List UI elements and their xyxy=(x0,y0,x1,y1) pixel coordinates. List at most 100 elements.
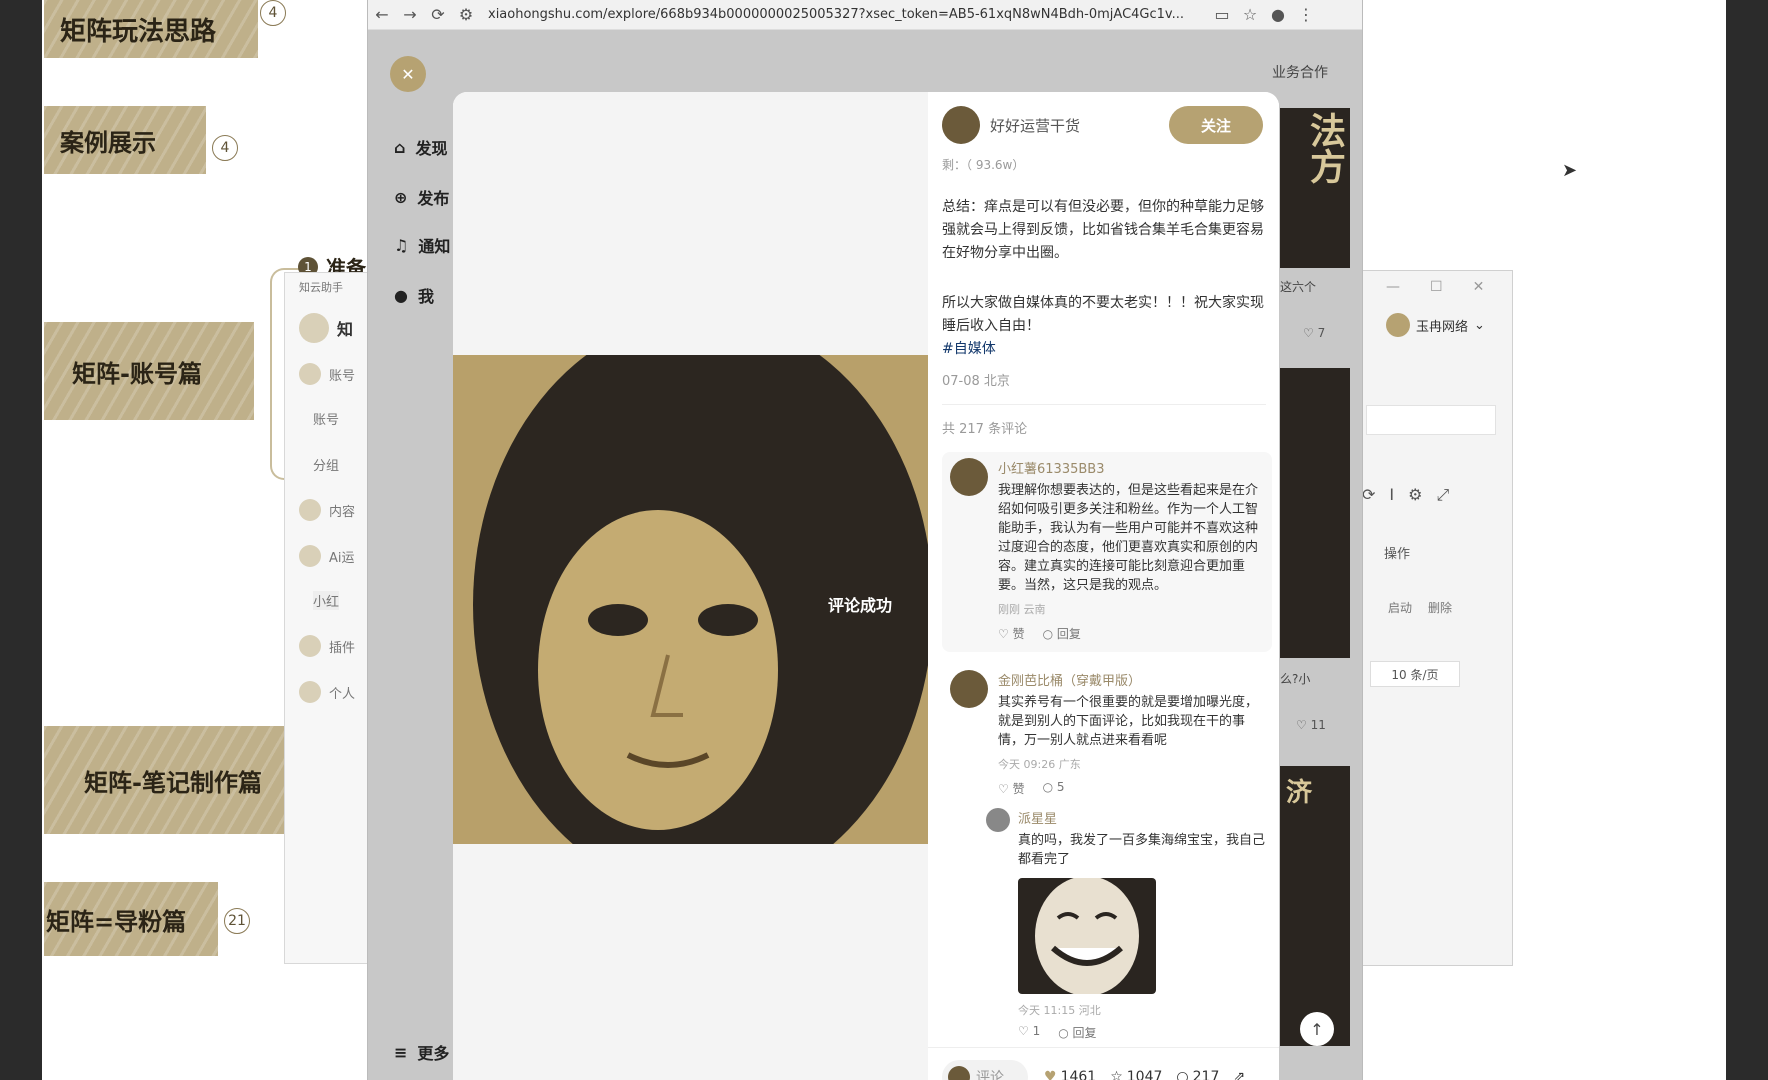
feed-card-title[interactable]: 这六个 xyxy=(1280,278,1316,295)
nav-more[interactable]: ≡ 更多 xyxy=(394,1040,449,1064)
business-link[interactable]: 业务合作 xyxy=(1272,62,1328,82)
scroll-top-button[interactable]: ↑ xyxy=(1300,1012,1334,1046)
note-body-paragraph: 所以大家做自媒体真的不要太老实！！！祝大家实现睡后收入自由！ xyxy=(942,295,1264,334)
comment-avatar[interactable] xyxy=(950,458,988,496)
reply-actions: ♡ 1 ○ 回复 xyxy=(1018,1024,1097,1041)
mindmap-node-traffic[interactable]: 矩阵=导粉篇 xyxy=(44,882,218,956)
nav-me[interactable]: ● 我 xyxy=(394,283,434,307)
reply-avatar[interactable] xyxy=(986,808,1010,832)
collect-icon[interactable]: ☆ xyxy=(1110,1069,1123,1080)
xiaohongshu-page[interactable]: ✕ ⌂ 发现 ⊕ 发布 ♫ 通知 ● 我 ≡ 更多 业务合作 法方 这六个 ♡ 7 么?小… xyxy=(368,30,1362,1080)
like-icon[interactable]: ♥ xyxy=(1044,1069,1057,1080)
feed-card-image[interactable]: 济 xyxy=(1280,766,1350,1046)
minimize-icon[interactable]: — xyxy=(1386,279,1400,295)
chevron-down-icon: ⌄ xyxy=(1474,317,1485,333)
comment-count: 共 217 条评论 xyxy=(942,422,1028,437)
reply-button[interactable]: ○ 回复 xyxy=(1058,1024,1096,1041)
share-icon[interactable]: ⇗ xyxy=(1233,1069,1245,1080)
toast-message: 评论成功 xyxy=(828,596,893,615)
menu-subitem-group[interactable]: 分组 xyxy=(313,455,339,474)
feed-card-title[interactable]: 么?小 xyxy=(1280,670,1310,687)
comment-item[interactable]: 金刚芭比桶（穿戴甲版） 其实养号有一个很重要的就是要增加曝光度，就是到别人的下面… xyxy=(942,670,1272,796)
node-count-badge[interactable]: 4 xyxy=(260,0,286,26)
menu-item-ai[interactable]: Ai运 xyxy=(299,545,355,567)
profile-icon[interactable]: ● xyxy=(1264,5,1292,24)
address-bar[interactable]: ← → ⟳ ⚙ xiaohongshu.com/explore/668b934b… xyxy=(368,0,1362,30)
author-avatar[interactable] xyxy=(942,106,980,144)
nav-publish[interactable]: ⊕ 发布 xyxy=(394,185,449,209)
plus-icon: ⊕ xyxy=(394,187,408,207)
window-controls[interactable]: — ☐ ✕ xyxy=(1386,279,1484,295)
row-actions[interactable]: 启动 删除 xyxy=(1388,599,1452,616)
refresh-icon[interactable]: ⟳ xyxy=(1362,485,1375,505)
note-engagement-bar[interactable]: 评论 ♥ 1461 ☆ 1047 ○ 217 ⇗ xyxy=(928,1047,1279,1080)
reply-button[interactable]: ○ 5 xyxy=(1043,780,1065,797)
menu-icon[interactable]: ⋮ xyxy=(1292,5,1320,24)
feed-card-likes[interactable]: ♡ 11 xyxy=(1296,718,1326,732)
mindmap-node-accounts[interactable]: 矩阵-账号篇 xyxy=(44,322,254,420)
star-icon[interactable]: ☆ xyxy=(1236,5,1264,24)
reply-meta: 今天 11:15 河北 xyxy=(1018,1004,1101,1017)
input-box[interactable] xyxy=(1366,405,1496,435)
node-count-badge[interactable]: 4 xyxy=(212,135,238,161)
cast-icon[interactable]: ▭ xyxy=(1208,5,1236,24)
comment-actions: ♡ 赞 ○ 5 xyxy=(998,780,1270,797)
expand-icon[interactable]: ⤢ xyxy=(1436,485,1449,505)
like-button[interactable]: ♡ 赞 xyxy=(998,625,1025,642)
like-button[interactable]: ♡ 赞 xyxy=(998,780,1025,797)
toolbar-icons[interactable]: ⟳ Ⅰ ⚙ ⤢ xyxy=(1362,485,1449,505)
url-field[interactable]: xiaohongshu.com/explore/668b934b00000000… xyxy=(488,7,1208,22)
mindmap-node-notes[interactable]: 矩阵-笔记制作篇 xyxy=(44,726,284,834)
menu-item-account[interactable]: 账号 xyxy=(299,363,355,385)
feed-card-image[interactable] xyxy=(1280,368,1350,658)
comment-input[interactable]: 评论 xyxy=(942,1060,1028,1080)
author-info[interactable]: 好好运营干货 xyxy=(942,106,1080,144)
reply-button[interactable]: ○ 回复 xyxy=(1043,625,1081,642)
node-count-badge[interactable]: 21 xyxy=(224,908,250,934)
follow-button[interactable]: 关注 xyxy=(1169,106,1263,144)
gear-icon[interactable]: ⚙ xyxy=(1408,485,1422,505)
column-header-op: 操作 xyxy=(1384,547,1411,562)
background-right-window[interactable]: — ☐ ✕ 玉冉网络 ⌄ ⟳ Ⅰ ⚙ ⤢ 操作 启动 删除 10 条/页 xyxy=(1355,270,1513,966)
comment-item[interactable]: 小红薯61335BB3 我理解你想要表达的，但是这些看起来是在介绍如何吸引更多关… xyxy=(942,452,1272,652)
browser-window[interactable]: ← → ⟳ ⚙ xiaohongshu.com/explore/668b934b… xyxy=(367,0,1363,1080)
comment-icon[interactable]: ○ xyxy=(1176,1069,1188,1080)
mouse-cursor-icon: ➤ xyxy=(1562,160,1578,181)
back-icon[interactable]: ← xyxy=(368,5,396,24)
user-menu[interactable]: 玉冉网络 ⌄ xyxy=(1386,313,1485,337)
menu-item-profile[interactable]: 个人 xyxy=(299,681,355,703)
note-detail-modal[interactable]: 评论成功 好好运营干货 关注 剩：（ 93.6w） 总结：痒点是可以有但没必要，… xyxy=(453,92,1279,1080)
nav-notify[interactable]: ♫ 通知 xyxy=(394,233,450,257)
content-icon xyxy=(299,499,321,521)
bell-icon: ♫ xyxy=(394,235,409,255)
divider xyxy=(942,404,1266,405)
page-size-select[interactable]: 10 条/页 xyxy=(1370,661,1460,687)
note-side-panel[interactable]: 好好运营干货 关注 剩：（ 93.6w） 总结：痒点是可以有但没必要，但你的种草… xyxy=(928,92,1279,1080)
profile-icon xyxy=(299,681,321,703)
text-icon[interactable]: Ⅰ xyxy=(1389,485,1394,505)
close-icon[interactable]: ✕ xyxy=(1473,279,1485,295)
menu-subitem-xhs[interactable]: 小红 xyxy=(313,591,340,610)
feed-card-image[interactable]: 法方 xyxy=(1280,108,1350,268)
reload-icon[interactable]: ⟳ xyxy=(424,5,452,24)
note-media-panel[interactable]: 评论成功 xyxy=(453,92,928,1080)
my-avatar xyxy=(948,1066,970,1080)
plugin-icon xyxy=(299,635,321,657)
close-note-button[interactable]: ✕ xyxy=(390,56,426,92)
menu-item-content[interactable]: 内容 xyxy=(299,499,355,521)
comment-body: 小红薯61335BB3 我理解你想要表达的，但是这些看起来是在介绍如何吸引更多关… xyxy=(998,458,1270,642)
reply-item[interactable]: 派星星 真的吗，我发了一百多集海绵宝宝，我自己都看完了 今天 11:15 河北 … xyxy=(986,808,1272,1044)
mindmap-node-cases[interactable]: 案例展示 xyxy=(44,106,206,174)
nav-discover[interactable]: ⌂ 发现 xyxy=(394,135,447,159)
forward-icon[interactable]: → xyxy=(396,5,424,24)
like-button[interactable]: ♡ 1 xyxy=(1018,1024,1040,1041)
maximize-icon[interactable]: ☐ xyxy=(1430,279,1443,295)
menu-item-plugin[interactable]: 插件 xyxy=(299,635,355,657)
menu-subitem-account[interactable]: 账号 xyxy=(313,409,339,428)
mindmap-node-strategy[interactable]: 矩阵玩法思路 xyxy=(44,0,258,58)
feed-card-likes[interactable]: ♡ 7 xyxy=(1303,326,1325,340)
note-tag[interactable]: #自媒体 xyxy=(942,338,996,361)
site-info-icon[interactable]: ⚙ xyxy=(452,5,480,24)
comment-avatar[interactable] xyxy=(950,670,988,708)
reply-image[interactable] xyxy=(1018,878,1156,994)
